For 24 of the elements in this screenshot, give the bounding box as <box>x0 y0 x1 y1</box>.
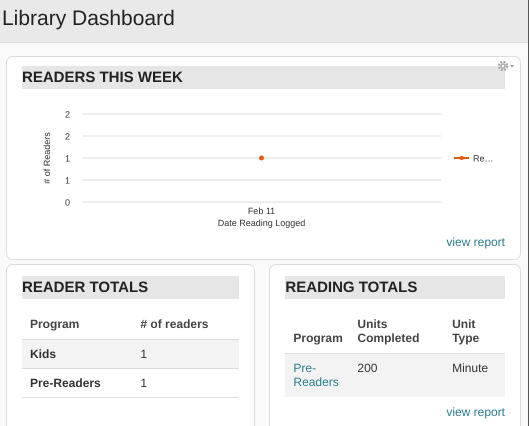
section-title: READER TOTALS <box>22 276 240 299</box>
view-report-link[interactable]: view report <box>446 405 505 419</box>
table-cell: 200 <box>349 354 444 397</box>
legend-marker-icon <box>454 156 469 160</box>
table-cell: 1 <box>132 340 240 368</box>
y-tick-label: 2 <box>64 110 70 120</box>
y-tick-label: 1 <box>64 154 70 164</box>
y-axis-label: # of Readers <box>42 132 52 184</box>
data-point <box>259 156 264 160</box>
y-tick-label: 2 <box>64 132 70 142</box>
y-tick-label: 1 <box>64 176 70 186</box>
view-report-link[interactable]: view report <box>446 235 505 249</box>
table-cell: Minute <box>444 354 505 397</box>
x-axis-label: Date Reading Logged <box>218 218 306 228</box>
section-title: READERS THIS WEEK <box>22 66 505 89</box>
y-tick-label: 0 <box>64 198 70 208</box>
legend-label: Re… <box>473 154 494 164</box>
x-tick-label: Feb 11 <box>248 206 276 216</box>
table-cell: 1 <box>132 368 240 398</box>
section-title: READING TOTALS <box>285 276 505 299</box>
table-cell: Kids <box>22 340 132 368</box>
table-cell: Pre-Readers <box>22 368 132 398</box>
page-title: Library Dashboard <box>1 6 176 31</box>
gear-icon[interactable] <box>497 60 515 72</box>
